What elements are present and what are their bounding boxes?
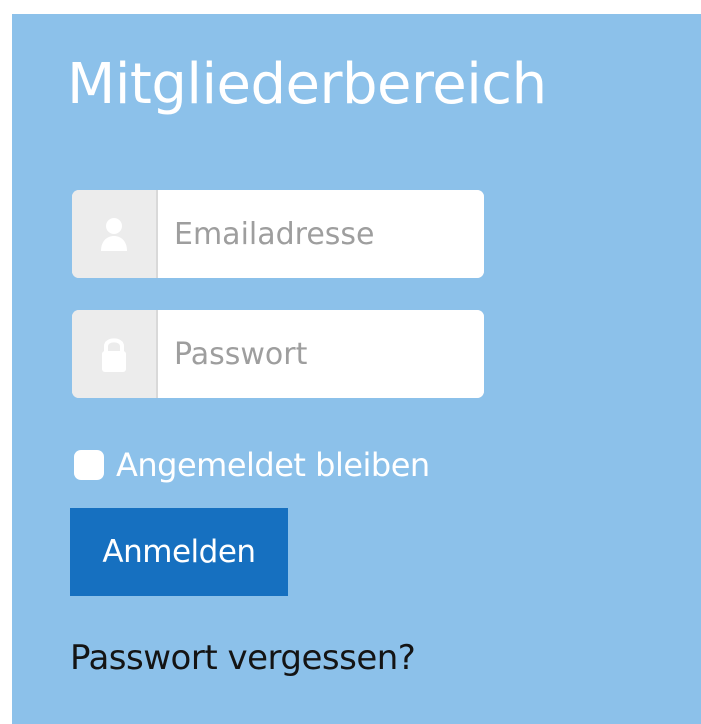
forgot-password-link[interactable]: Passwort vergessen? bbox=[70, 638, 416, 678]
remember-me-label: Angemeldet bleiben bbox=[116, 446, 430, 484]
password-input-group bbox=[72, 310, 484, 398]
password-field[interactable] bbox=[158, 310, 484, 398]
login-button[interactable]: Anmelden bbox=[70, 508, 288, 596]
login-panel: Mitgliederbereich Angemeldet bleiben Anm… bbox=[12, 14, 701, 724]
remember-me-checkbox[interactable] bbox=[74, 450, 104, 480]
email-input-group bbox=[72, 190, 484, 278]
user-icon bbox=[72, 190, 158, 278]
email-field[interactable] bbox=[158, 190, 484, 278]
panel-title: Mitgliederbereich bbox=[67, 52, 547, 117]
lock-icon bbox=[72, 310, 158, 398]
remember-me[interactable]: Angemeldet bleiben bbox=[74, 446, 430, 484]
